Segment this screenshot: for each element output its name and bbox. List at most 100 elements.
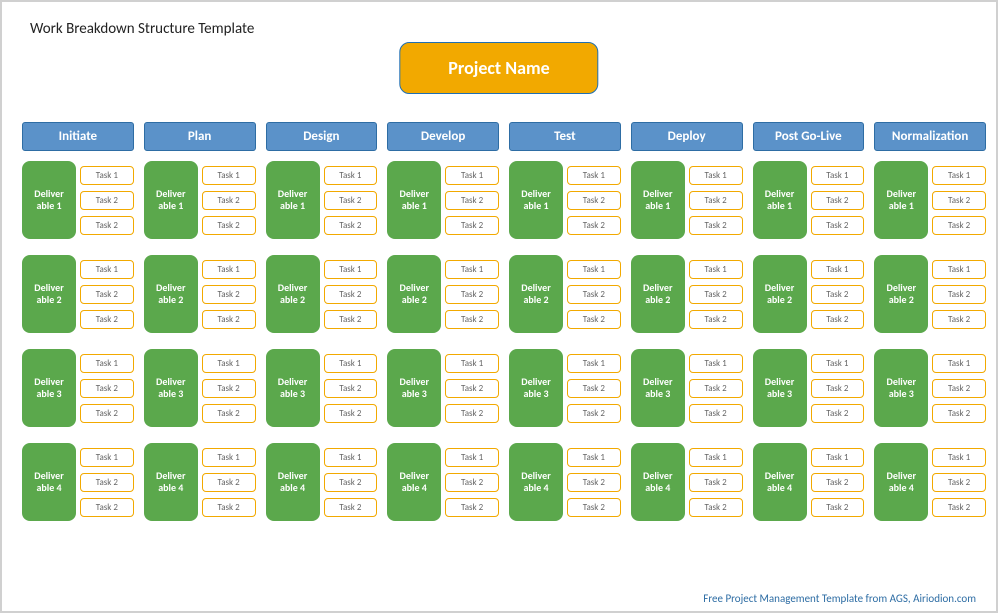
- task-box: Task 2: [811, 191, 865, 210]
- deliverable-box: Deliver able 3: [266, 349, 320, 427]
- task-box: Task 1: [811, 166, 865, 185]
- deliverable-box: Deliver able 2: [509, 255, 563, 333]
- task-box: Task 2: [202, 191, 256, 210]
- phase-column: TestDeliver able 1Task 1Task 2Task 2Deli…: [509, 122, 621, 537]
- deliverable-box: Deliver able 2: [874, 255, 928, 333]
- task-list: Task 1Task 2Task 2: [932, 161, 986, 239]
- task-list: Task 1Task 2Task 2: [445, 349, 499, 427]
- task-box: Task 2: [689, 498, 743, 517]
- deliverable-block: Deliver able 2Task 1Task 2Task 2: [144, 255, 256, 333]
- deliverable-block: Deliver able 1Task 1Task 2Task 2: [874, 161, 986, 239]
- task-list: Task 1Task 2Task 2: [567, 161, 621, 239]
- task-box: Task 2: [324, 310, 378, 329]
- phase-header: Test: [509, 122, 621, 151]
- task-box: Task 2: [202, 216, 256, 235]
- task-box: Task 1: [202, 448, 256, 467]
- deliverable-box: Deliver able 4: [266, 443, 320, 521]
- task-box: Task 1: [324, 448, 378, 467]
- task-box: Task 2: [689, 191, 743, 210]
- task-box: Task 1: [689, 166, 743, 185]
- task-list: Task 1Task 2Task 2: [445, 161, 499, 239]
- task-box: Task 2: [445, 473, 499, 492]
- task-box: Task 2: [932, 216, 986, 235]
- task-list: Task 1Task 2Task 2: [567, 349, 621, 427]
- task-box: Task 2: [811, 379, 865, 398]
- deliverable-block: Deliver able 1Task 1Task 2Task 2: [509, 161, 621, 239]
- task-box: Task 2: [689, 404, 743, 423]
- deliverable-block: Deliver able 2Task 1Task 2Task 2: [266, 255, 378, 333]
- task-box: Task 1: [202, 260, 256, 279]
- task-box: Task 2: [324, 379, 378, 398]
- task-box: Task 2: [689, 285, 743, 304]
- phase-header: Normalization: [874, 122, 986, 151]
- wbs-grid: InitiateDeliver able 1Task 1Task 2Task 2…: [22, 122, 986, 537]
- task-box: Task 1: [932, 448, 986, 467]
- deliverable-block: Deliver able 4Task 1Task 2Task 2: [22, 443, 134, 521]
- task-box: Task 2: [567, 404, 621, 423]
- task-box: Task 2: [445, 498, 499, 517]
- deliverable-block: Deliver able 1Task 1Task 2Task 2: [22, 161, 134, 239]
- deliverable-box: Deliver able 3: [144, 349, 198, 427]
- phase-column: NormalizationDeliver able 1Task 1Task 2T…: [874, 122, 986, 537]
- task-list: Task 1Task 2Task 2: [689, 443, 743, 521]
- deliverable-box: Deliver able 3: [631, 349, 685, 427]
- deliverable-block: Deliver able 3Task 1Task 2Task 2: [22, 349, 134, 427]
- deliverable-block: Deliver able 1Task 1Task 2Task 2: [144, 161, 256, 239]
- task-box: Task 2: [445, 285, 499, 304]
- task-box: Task 2: [689, 473, 743, 492]
- project-name-box: Project Name: [399, 42, 598, 94]
- task-box: Task 2: [932, 191, 986, 210]
- deliverable-block: Deliver able 1Task 1Task 2Task 2: [753, 161, 865, 239]
- task-box: Task 2: [932, 498, 986, 517]
- deliverable-box: Deliver able 3: [22, 349, 76, 427]
- task-box: Task 2: [324, 216, 378, 235]
- task-box: Task 2: [567, 191, 621, 210]
- deliverable-block: Deliver able 4Task 1Task 2Task 2: [266, 443, 378, 521]
- task-box: Task 1: [445, 260, 499, 279]
- task-list: Task 1Task 2Task 2: [80, 161, 134, 239]
- deliverable-block: Deliver able 4Task 1Task 2Task 2: [509, 443, 621, 521]
- task-box: Task 2: [567, 379, 621, 398]
- task-box: Task 2: [80, 473, 134, 492]
- task-list: Task 1Task 2Task 2: [811, 349, 865, 427]
- deliverable-box: Deliver able 1: [144, 161, 198, 239]
- phase-column: InitiateDeliver able 1Task 1Task 2Task 2…: [22, 122, 134, 537]
- task-box: Task 1: [445, 166, 499, 185]
- task-list: Task 1Task 2Task 2: [689, 255, 743, 333]
- task-box: Task 2: [567, 473, 621, 492]
- deliverable-block: Deliver able 4Task 1Task 2Task 2: [387, 443, 499, 521]
- deliverable-block: Deliver able 2Task 1Task 2Task 2: [874, 255, 986, 333]
- task-box: Task 2: [202, 498, 256, 517]
- deliverable-block: Deliver able 3Task 1Task 2Task 2: [509, 349, 621, 427]
- task-box: Task 2: [932, 404, 986, 423]
- deliverable-box: Deliver able 2: [144, 255, 198, 333]
- deliverable-box: Deliver able 1: [509, 161, 563, 239]
- deliverable-box: Deliver able 2: [22, 255, 76, 333]
- deliverable-block: Deliver able 3Task 1Task 2Task 2: [266, 349, 378, 427]
- deliverable-block: Deliver able 3Task 1Task 2Task 2: [144, 349, 256, 427]
- deliverable-box: Deliver able 3: [509, 349, 563, 427]
- phase-header: Post Go-Live: [753, 122, 865, 151]
- deliverable-block: Deliver able 1Task 1Task 2Task 2: [266, 161, 378, 239]
- footer-attribution: Free Project Management Template from AG…: [703, 592, 976, 605]
- deliverable-box: Deliver able 3: [874, 349, 928, 427]
- deliverable-box: Deliver able 4: [387, 443, 441, 521]
- deliverable-box: Deliver able 1: [22, 161, 76, 239]
- task-list: Task 1Task 2Task 2: [689, 161, 743, 239]
- deliverable-box: Deliver able 4: [144, 443, 198, 521]
- deliverable-box: Deliver able 4: [753, 443, 807, 521]
- task-box: Task 2: [80, 191, 134, 210]
- task-list: Task 1Task 2Task 2: [324, 349, 378, 427]
- task-list: Task 1Task 2Task 2: [80, 255, 134, 333]
- task-box: Task 2: [202, 404, 256, 423]
- deliverable-block: Deliver able 2Task 1Task 2Task 2: [753, 255, 865, 333]
- task-box: Task 1: [811, 448, 865, 467]
- task-list: Task 1Task 2Task 2: [202, 161, 256, 239]
- task-box: Task 2: [811, 310, 865, 329]
- task-box: Task 2: [80, 310, 134, 329]
- task-box: Task 2: [202, 285, 256, 304]
- task-box: Task 2: [811, 404, 865, 423]
- task-list: Task 1Task 2Task 2: [811, 443, 865, 521]
- task-list: Task 1Task 2Task 2: [324, 255, 378, 333]
- task-list: Task 1Task 2Task 2: [567, 443, 621, 521]
